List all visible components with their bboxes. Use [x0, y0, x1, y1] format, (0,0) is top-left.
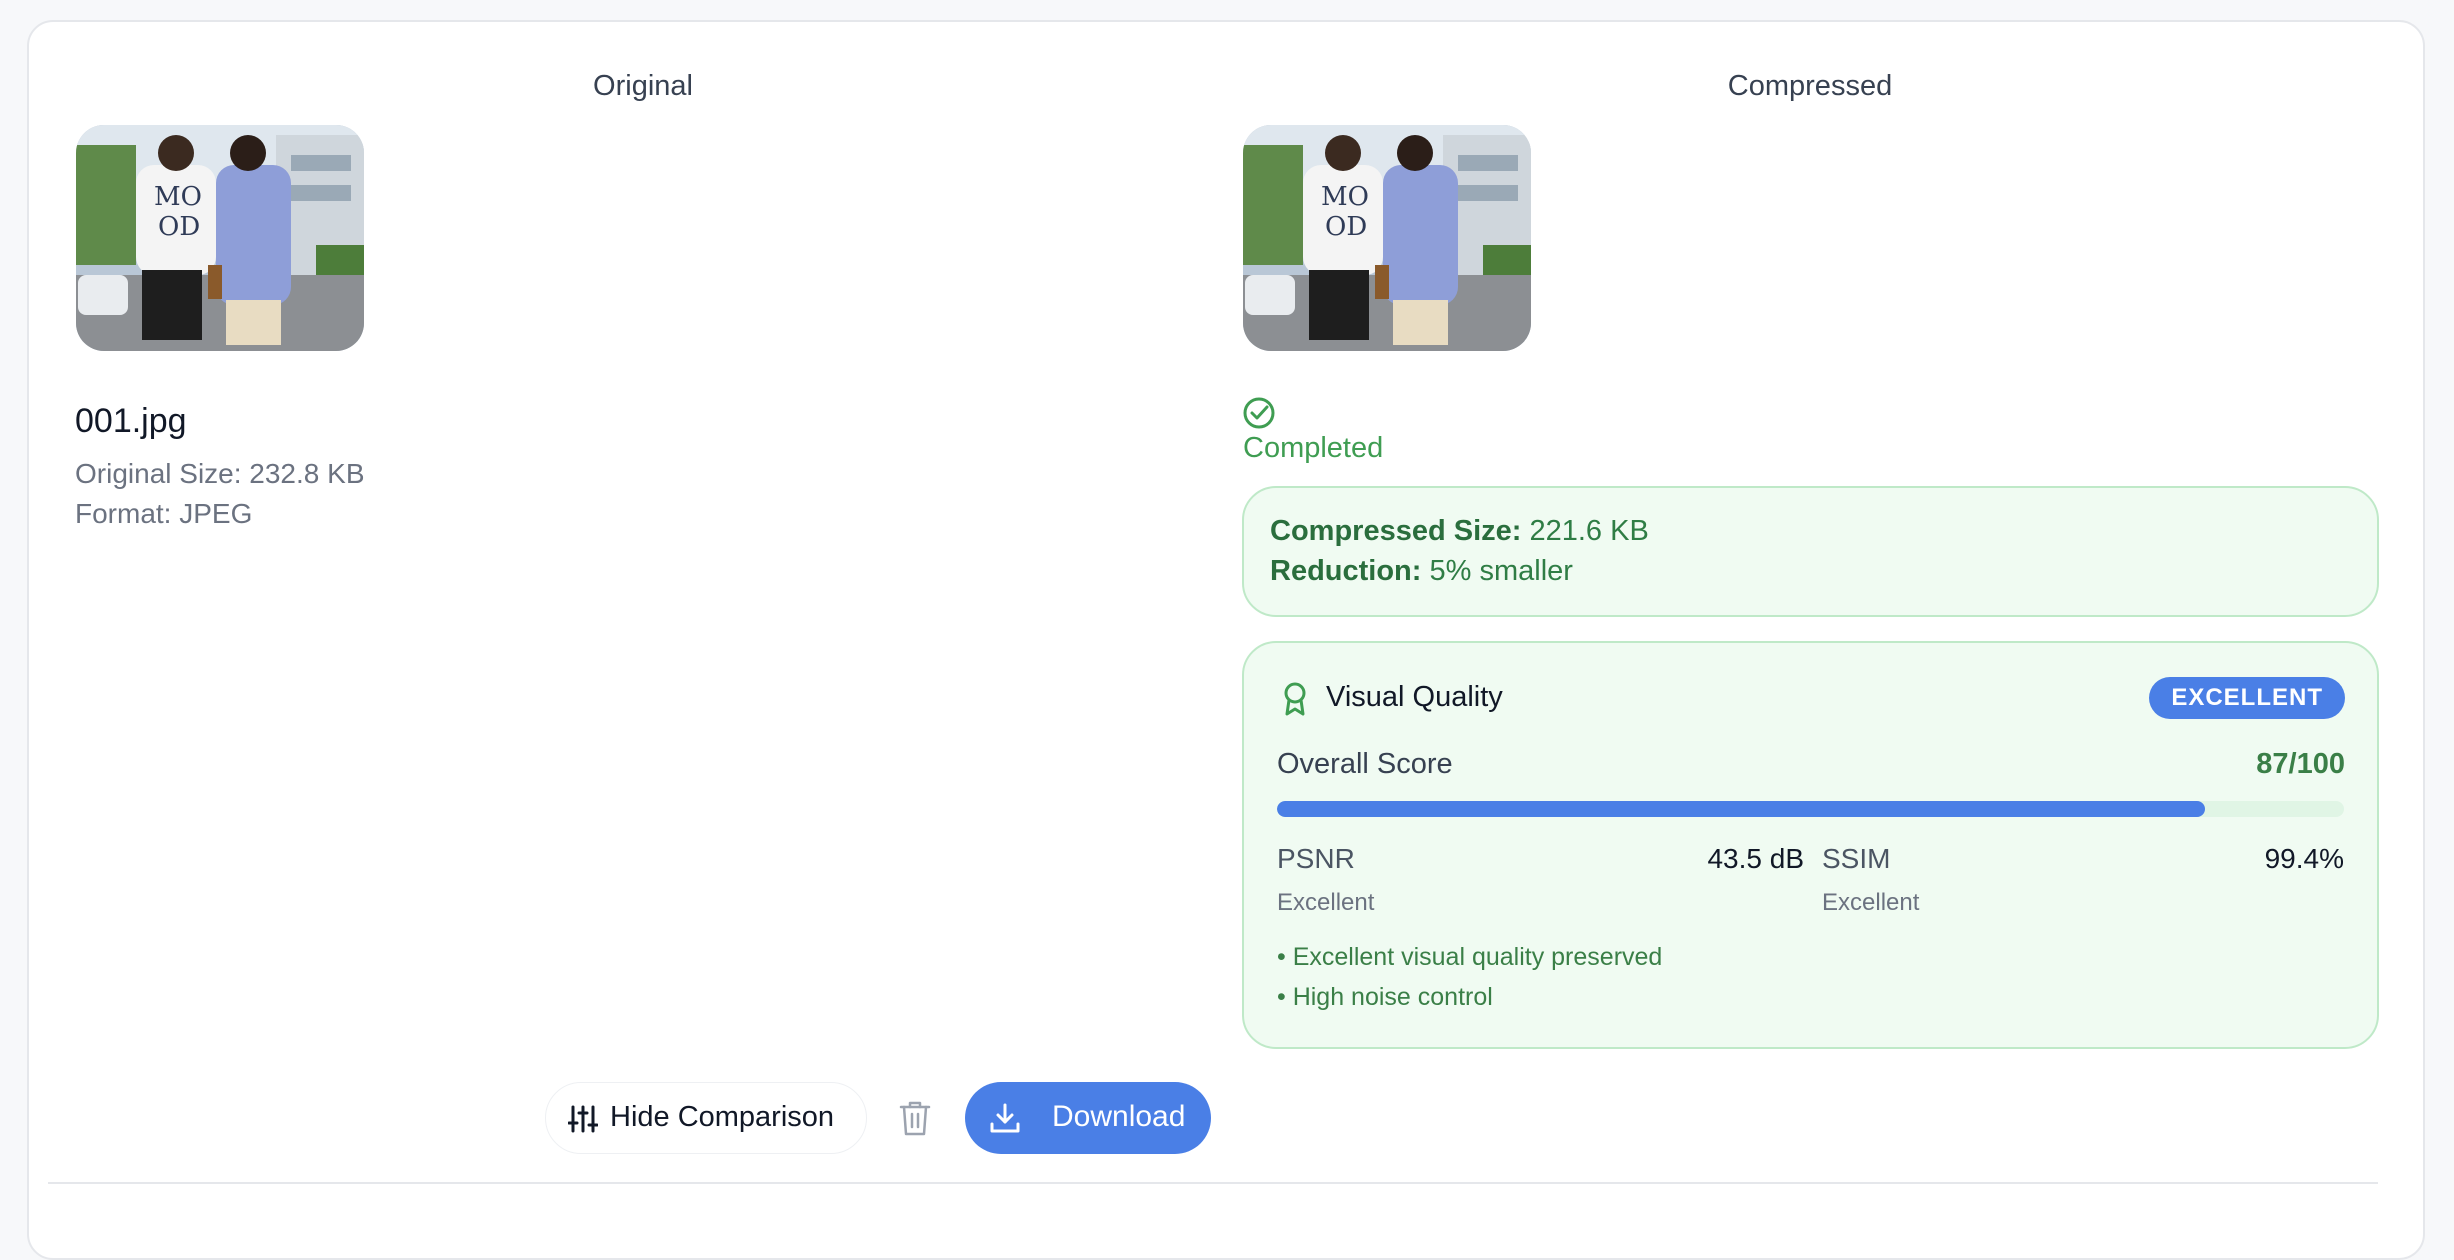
check-circle-icon [1243, 397, 1275, 429]
overall-score-bar [1277, 801, 2344, 817]
overall-score-value: 87/100 [2256, 748, 2345, 780]
psnr-value: 43.5 dB [1707, 843, 1804, 874]
psnr-label: PSNR [1277, 843, 1355, 874]
visual-quality-panel: Visual Quality EXCELLENT Overall Score 8… [1242, 641, 2379, 1049]
compressed-size-value: 221.6 KB [1529, 515, 1649, 547]
svg-text:OD: OD [158, 212, 200, 242]
reduction-key: Reduction: [1270, 555, 1422, 587]
quality-note: • High noise control [1277, 983, 1493, 1011]
ssim-rating: Excellent [1822, 889, 1920, 916]
compressed-size-line: Compressed Size: 221.6 KB [1270, 515, 1649, 548]
sliders-icon [568, 1105, 598, 1133]
ssim-label: SSIM [1822, 843, 1891, 874]
file-format: Format: JPEG [75, 498, 253, 529]
reduction-value: 5% smaller [1429, 555, 1573, 587]
hide-comparison-button[interactable]: Hide Comparison [545, 1082, 867, 1154]
image-result-card [27, 20, 2425, 1260]
hide-comparison-label: Hide Comparison [610, 1101, 835, 1133]
download-button[interactable]: Download [965, 1082, 1211, 1154]
svg-text:OD: OD [1325, 212, 1367, 242]
trash-icon[interactable] [898, 1099, 932, 1137]
quality-badge: EXCELLENT [2149, 677, 2345, 719]
compressed-thumbnail: MO OD [1243, 125, 1531, 351]
visual-quality-title: Visual Quality [1326, 681, 1503, 713]
compressed-size-key: Compressed Size: [1270, 515, 1522, 547]
award-icon [1284, 682, 1306, 716]
original-column-title: Original [593, 70, 693, 102]
download-label: Download [1052, 1100, 1186, 1133]
quality-note: • Excellent visual quality preserved [1277, 943, 1663, 971]
reduction-line: Reduction: 5% smaller [1270, 555, 1573, 588]
section-divider [48, 1182, 2378, 1184]
svg-text:MO: MO [1321, 182, 1369, 212]
overall-score-bar-fill [1277, 801, 2206, 817]
overall-score-label: Overall Score [1277, 748, 1453, 780]
original-thumbnail: MO OD [76, 125, 364, 351]
psnr-rating: Excellent [1277, 889, 1375, 916]
compression-summary: Compressed Size: 221.6 KB Reduction: 5% … [1242, 486, 2379, 617]
svg-text:MO: MO [154, 182, 202, 212]
status-label: Completed [1243, 432, 1384, 464]
download-icon [990, 1103, 1020, 1133]
file-name: 001.jpg [75, 402, 187, 440]
original-size: Original Size: 232.8 KB [75, 458, 365, 489]
ssim-value: 99.4% [2264, 843, 2344, 874]
compressed-column-title: Compressed [1727, 70, 1893, 102]
